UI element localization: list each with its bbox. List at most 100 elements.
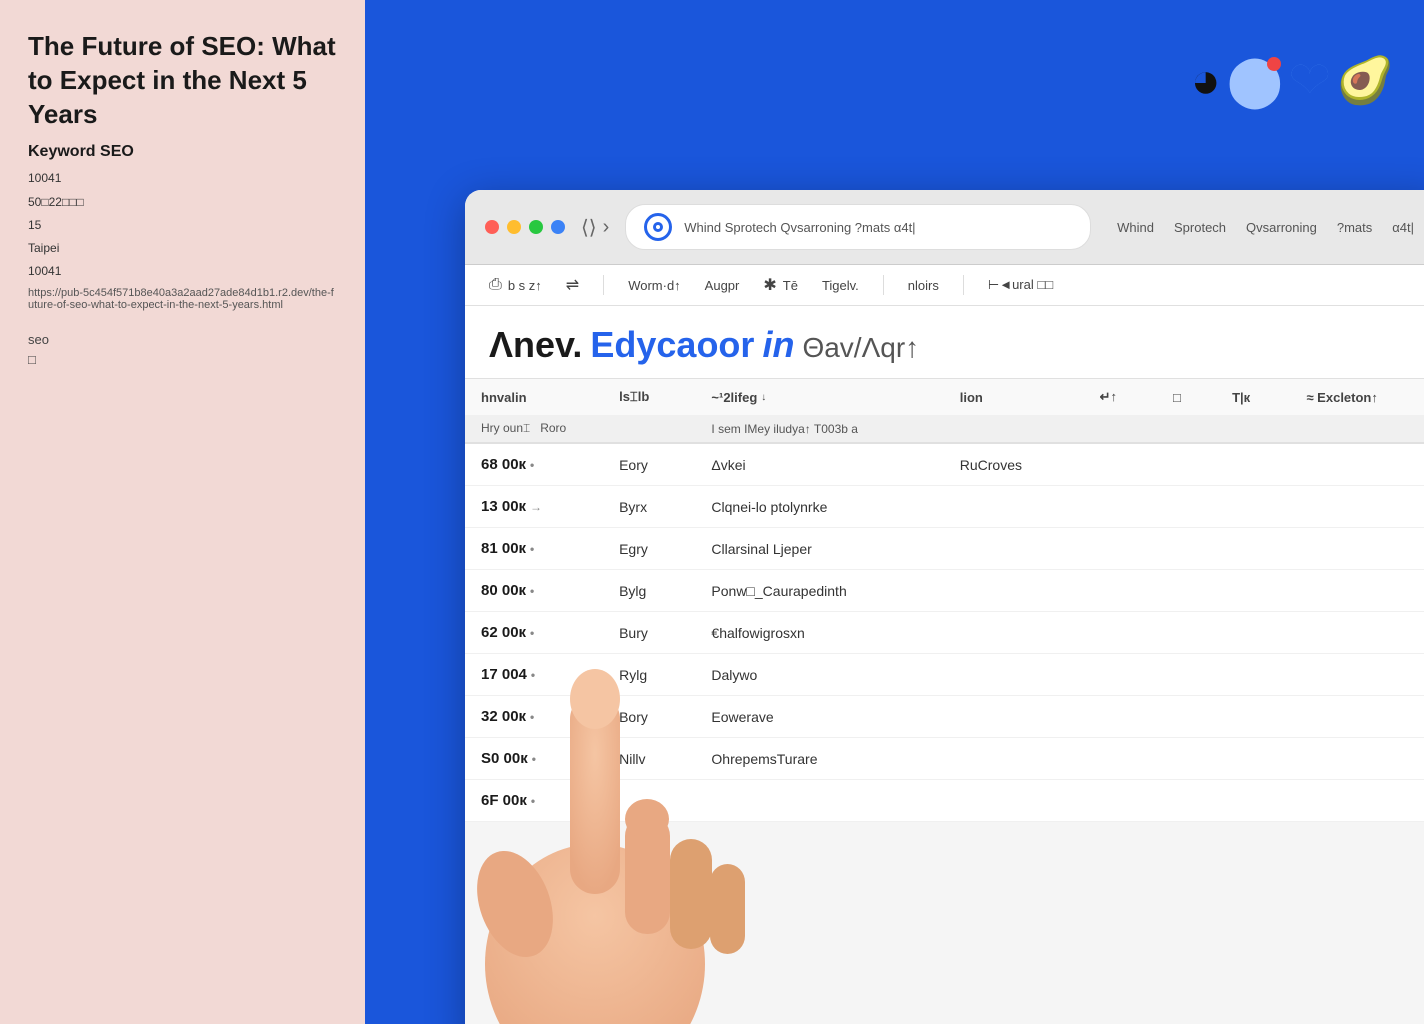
cell-7-0: S0 00к• xyxy=(465,738,603,780)
cell-0-4 xyxy=(1084,443,1157,486)
table-row: 68 00к• Eory Δvkei RuCroves xyxy=(465,443,1424,486)
cell-1-0: 13 00к→ xyxy=(465,486,603,528)
cell-6-6 xyxy=(1216,696,1290,738)
table-row: 17 004• Rylg Dalywo xyxy=(465,654,1424,696)
circle-address xyxy=(653,222,663,232)
address-bar[interactable]: Whind Sprotech Qvsarroning ?mats α4t| xyxy=(625,204,1091,250)
browser-chrome: ⟨⟩ › Whind Sprotech Qvsarroning ?mats α4… xyxy=(465,190,1424,265)
cell-6-5 xyxy=(1157,696,1216,738)
col-header-label-0: hnvalin xyxy=(481,390,527,405)
cell-5-0: 17 004• xyxy=(465,654,603,696)
nav-item-2[interactable]: Sprotech xyxy=(1174,220,1226,235)
cell-8-7 xyxy=(1290,780,1424,822)
col-header-4[interactable]: ↵↑ xyxy=(1084,379,1157,416)
icon-wrapper-2: ⬤ xyxy=(1227,55,1283,105)
cell-0-5 xyxy=(1157,443,1216,486)
address-text: Whind Sprotech Qvsarroning ?mats α4t| xyxy=(684,220,915,235)
table-header: hnvalin ls⌶lb ~¹2lifeg ↓ xyxy=(465,379,1424,444)
meta-city: Taipei xyxy=(28,239,337,258)
sidebar-url: https://pub-5c454f571b8e40a3a2aad27ade84… xyxy=(28,287,337,311)
cell-1-5 xyxy=(1157,486,1216,528)
heart-icon: ❤ xyxy=(1289,55,1331,105)
table-row: 81 00к• Egry Cllarsinal Ljeper xyxy=(465,528,1424,570)
col-header-label-3: lion xyxy=(960,390,983,405)
cell-3-6 xyxy=(1216,570,1290,612)
cell-4-0: 62 00к• xyxy=(465,612,603,654)
sidebar: The Future of SEO: What to Expect in the… xyxy=(0,0,365,1024)
traffic-lights xyxy=(485,220,565,234)
cell-6-3 xyxy=(944,696,1084,738)
sidebar-tag: seo xyxy=(28,332,49,347)
cell-3-4 xyxy=(1084,570,1157,612)
traffic-light-blue[interactable] xyxy=(551,220,565,234)
cell-7-5 xyxy=(1157,738,1216,780)
toolbar-item-1[interactable]: ⎙ b s z↑ xyxy=(489,276,542,294)
page-content: Λnev. Edycaoor in Θav/Λqr↑ hnvalin xyxy=(465,306,1424,822)
cell-6-2: Eowerave xyxy=(695,696,943,738)
toolbar-label-3: Worm·d↑ xyxy=(628,278,680,293)
cell-6-7 xyxy=(1290,696,1424,738)
toolbar-item-2[interactable]: ⇌ xyxy=(566,275,579,295)
col-header-6[interactable]: T|к xyxy=(1216,379,1290,416)
cell-4-6 xyxy=(1216,612,1290,654)
cell-2-1: Egry xyxy=(603,528,695,570)
cell-8-2 xyxy=(695,780,943,822)
cell-8-1 xyxy=(603,780,695,822)
cell-5-5 xyxy=(1157,654,1216,696)
browser-nav-items: Whind Sprotech Qvsarroning ?mats α4t| xyxy=(1107,220,1424,235)
toolbar-item-5[interactable]: ✱ Tē xyxy=(763,275,798,295)
toolbar-label-8: ⊢◄ural □□ xyxy=(988,277,1053,293)
back-button[interactable]: ⟨⟩ xyxy=(581,215,597,240)
toolbar-item-6[interactable]: Tigelv. xyxy=(822,278,859,293)
cell-5-3 xyxy=(944,654,1084,696)
col-header-7[interactable]: ≈ Excleton↑ xyxy=(1290,379,1424,416)
toolbar-item-4[interactable]: Augpr xyxy=(705,278,740,293)
cell-1-1: Byrx xyxy=(603,486,695,528)
cell-4-4 xyxy=(1084,612,1157,654)
col-header-0[interactable]: hnvalin xyxy=(465,379,603,416)
col-header-2[interactable]: ~¹2lifeg ↓ xyxy=(695,379,943,416)
nav-item-3[interactable]: Qvsarroning xyxy=(1246,220,1317,235)
meta-chars: 50□22□□□ xyxy=(28,193,337,212)
cell-3-1: Bylg xyxy=(603,570,695,612)
col-header-label-4: ↵↑ xyxy=(1100,389,1117,404)
toolbar-icon-1: ⎙ xyxy=(489,276,502,294)
cell-6-1: Bory xyxy=(603,696,695,738)
col-header-1[interactable]: ls⌶lb xyxy=(603,379,695,416)
cell-5-1: Rylg xyxy=(603,654,695,696)
col-header-label-6: T|к xyxy=(1232,390,1250,405)
cell-1-4 xyxy=(1084,486,1157,528)
cell-0-2: Δvkei xyxy=(695,443,943,486)
cell-5-2: Dalywo xyxy=(695,654,943,696)
page-title: The Future of SEO: What to Expect in the… xyxy=(28,30,337,131)
cell-8-3 xyxy=(944,780,1084,822)
cell-6-0: 32 00к• xyxy=(465,696,603,738)
cell-3-5 xyxy=(1157,570,1216,612)
col-header-5[interactable]: □ xyxy=(1157,379,1216,416)
toolbar-label-6: Tigelv. xyxy=(822,278,859,293)
table-row: 13 00к→ Byrx Clqnei-lo ptolynrke xyxy=(465,486,1424,528)
cell-7-3 xyxy=(944,738,1084,780)
header-icons: ◕ ⬤ ❤ 🥑 xyxy=(1191,55,1394,105)
cell-3-0: 80 00к• xyxy=(465,570,603,612)
toolbar-item-3[interactable]: Worm·d↑ xyxy=(628,278,680,293)
nav-item-5[interactable]: α4t| xyxy=(1392,220,1414,235)
cell-5-4 xyxy=(1084,654,1157,696)
cell-0-1: Eory xyxy=(603,443,695,486)
nav-item-1[interactable]: Whind xyxy=(1117,220,1154,235)
cell-7-6 xyxy=(1216,738,1290,780)
toolbar-item-8[interactable]: ⊢◄ural □□ xyxy=(988,277,1053,293)
forward-button[interactable]: › xyxy=(603,216,610,239)
table-body: 68 00к• Eory Δvkei RuCroves 13 00к→ Byrx… xyxy=(465,443,1424,822)
cell-8-4 xyxy=(1084,780,1157,822)
cell-4-3 xyxy=(944,612,1084,654)
browser-toolbar: ⎙ b s z↑ ⇌ Worm·d↑ Augpr ✱ Tē Tigelv. xyxy=(465,265,1424,306)
col-header-3[interactable]: lion xyxy=(944,379,1084,416)
nav-item-4[interactable]: ?mats xyxy=(1337,220,1372,235)
main-area: ◕ ⬤ ❤ 🥑 ⟨⟩ › xyxy=(365,0,1424,1024)
traffic-light-yellow[interactable] xyxy=(507,220,521,234)
toolbar-divider-3 xyxy=(963,275,964,295)
toolbar-item-7[interactable]: nloirs xyxy=(908,278,939,293)
traffic-light-red[interactable] xyxy=(485,220,499,234)
traffic-light-green[interactable] xyxy=(529,220,543,234)
